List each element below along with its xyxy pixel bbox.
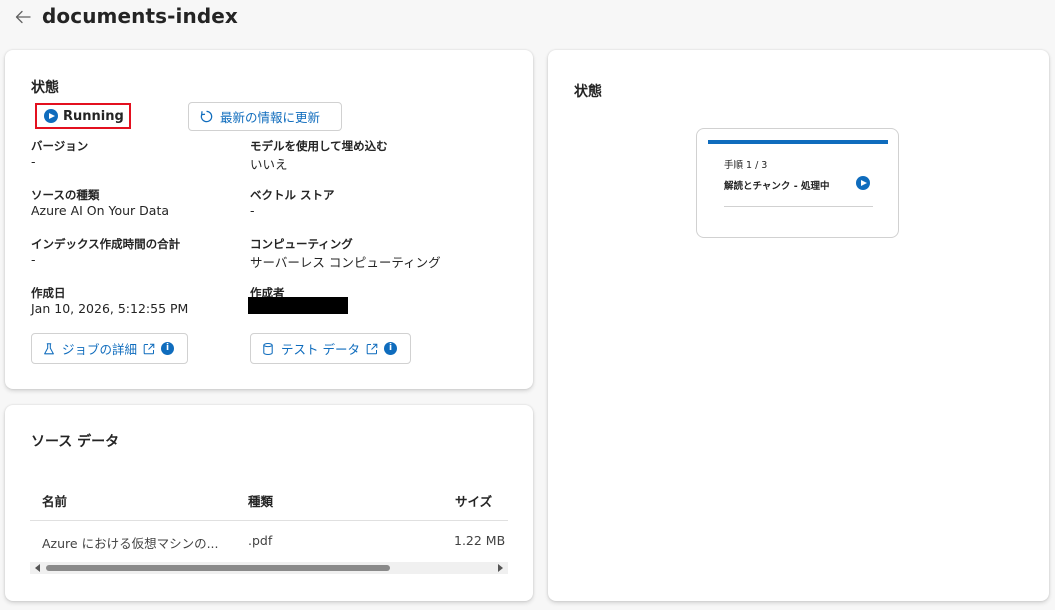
column-header-type[interactable]: 種類	[248, 491, 273, 510]
table-header-divider	[30, 520, 508, 521]
created-by-redacted	[248, 297, 348, 314]
database-icon	[263, 342, 273, 355]
field-compute-label: コンピューティング	[250, 237, 353, 251]
info-icon[interactable]: i	[383, 342, 397, 355]
open-external-icon	[143, 343, 155, 354]
refresh-icon	[200, 110, 213, 123]
field-index-time-label: インデックス作成時間の合計	[31, 237, 181, 251]
step-name: 解読とチャンク - 処理中	[724, 181, 830, 192]
horizontal-scrollbar[interactable]	[30, 562, 508, 574]
job-details-label: ジョブの詳細	[62, 342, 138, 357]
test-data-label: テスト データ	[281, 342, 360, 357]
scroll-thumb[interactable]	[46, 565, 390, 571]
field-vector-store-value: -	[250, 203, 255, 218]
step-progress-bar	[708, 140, 888, 144]
refresh-button[interactable]: 最新の情報に更新	[188, 102, 342, 131]
step-progress-card: 手順 1 / 3 解読とチャンク - 処理中	[696, 128, 899, 238]
row-name-cell: Azure における仮想マシンの...	[42, 536, 219, 551]
status-card: 状態 Running 最新の情報に更新 バージョン - モデルを使用して埋め込む…	[5, 50, 533, 389]
page-title: documents-index	[42, 4, 238, 28]
running-play-icon	[44, 109, 58, 123]
scroll-right-icon[interactable]	[498, 564, 503, 572]
step-count: 手順 1 / 3	[724, 160, 768, 171]
source-data-title: ソース データ	[31, 434, 120, 450]
flask-icon	[44, 342, 54, 354]
field-source-type-label: ソースの種類	[31, 188, 100, 202]
running-status-badge: Running	[35, 103, 131, 129]
status-card-title: 状態	[31, 80, 59, 96]
open-external-icon	[366, 343, 378, 354]
field-embed-model-label: モデルを使用して埋め込む	[250, 139, 388, 153]
source-data-card: ソース データ 名前 種類 サイズ Azure における仮想マシンの... .p…	[5, 405, 533, 601]
field-source-type-value: Azure AI On Your Data	[31, 203, 170, 218]
field-compute-value: サーバーレス コンピューティング	[250, 255, 441, 270]
step-running-icon	[856, 176, 870, 190]
page-header: documents-index	[0, 0, 1055, 40]
row-size-cell: 1.22 MB	[454, 533, 506, 548]
job-details-button[interactable]: ジョブの詳細 i	[31, 333, 188, 364]
row-type-cell: .pdf	[248, 533, 273, 548]
progress-card-title: 状態	[574, 84, 602, 100]
progress-card: 状態 手順 1 / 3 解読とチャンク - 処理中	[548, 50, 1049, 601]
step-divider	[724, 206, 873, 207]
column-header-size[interactable]: サイズ	[455, 491, 492, 510]
field-version-value: -	[31, 154, 36, 169]
refresh-button-label: 最新の情報に更新	[220, 110, 321, 125]
back-arrow-icon[interactable]	[13, 7, 33, 27]
info-icon[interactable]: i	[161, 342, 175, 355]
field-version-label: バージョン	[31, 139, 89, 153]
field-index-time-value: -	[31, 252, 36, 267]
field-created-date-label: 作成日	[31, 286, 66, 300]
scroll-left-icon[interactable]	[35, 564, 40, 572]
running-status-text: Running	[63, 108, 124, 124]
field-embed-model-value: いいえ	[250, 157, 288, 172]
column-header-name[interactable]: 名前	[42, 491, 67, 510]
field-created-date-value: Jan 10, 2026, 5:12:55 PM	[31, 301, 189, 316]
field-vector-store-label: ベクトル ストア	[250, 188, 335, 202]
test-data-button[interactable]: テスト データ i	[250, 333, 411, 364]
